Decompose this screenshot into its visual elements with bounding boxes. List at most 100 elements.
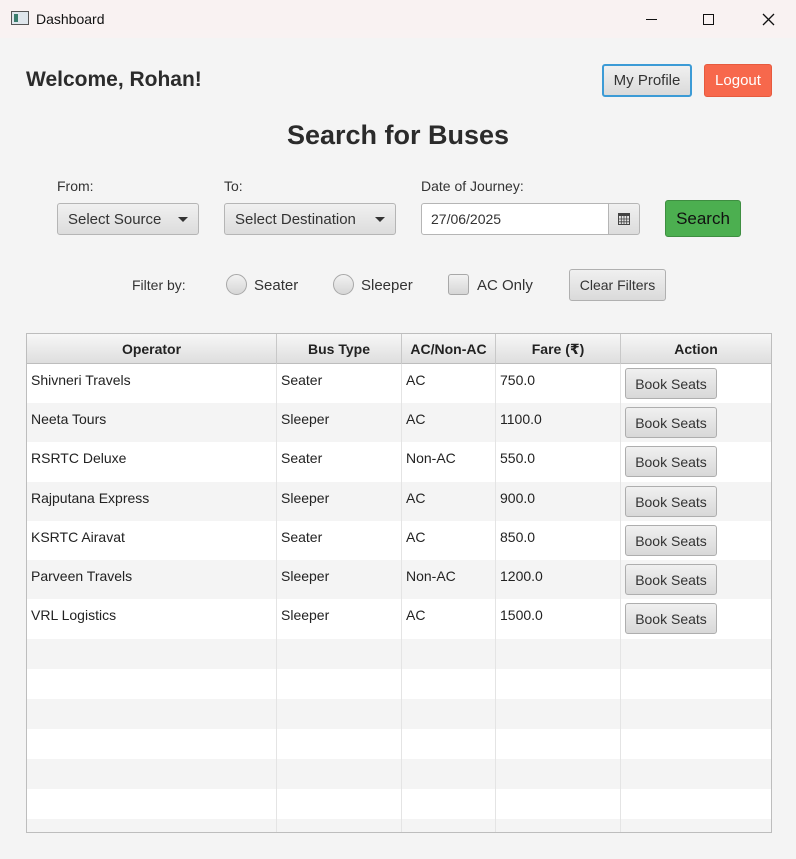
- table-cell: [402, 819, 496, 832]
- table-cell: [277, 819, 402, 832]
- table-cell: [27, 789, 277, 819]
- table-cell: Book Seats: [621, 364, 771, 403]
- table-cell: [277, 729, 402, 759]
- table-cell: 550.0: [496, 442, 621, 482]
- column-header-ac[interactable]: AC/Non-AC: [402, 334, 496, 364]
- filter-label: Filter by:: [132, 277, 186, 293]
- table-header: Operator Bus Type AC/Non-AC Fare (₹) Act…: [27, 334, 771, 364]
- table-cell: Book Seats: [621, 599, 771, 639]
- table-cell: AC: [402, 403, 496, 442]
- table-cell: [27, 639, 277, 669]
- search-title: Search for Buses: [286, 120, 510, 150]
- table-cell: Parveen Travels: [27, 560, 277, 599]
- table-cell: Shivneri Travels: [27, 364, 277, 403]
- table-cell: AC: [402, 599, 496, 639]
- book-seats-button[interactable]: Book Seats: [625, 603, 717, 634]
- to-label: To:: [224, 178, 243, 194]
- table-cell: Book Seats: [621, 560, 771, 599]
- book-seats-button[interactable]: Book Seats: [625, 407, 717, 438]
- table-cell: [621, 819, 771, 832]
- calendar-button[interactable]: [608, 203, 640, 235]
- table-cell: Seater: [277, 521, 402, 560]
- close-button[interactable]: [740, 0, 796, 38]
- calendar-icon: [618, 213, 630, 225]
- sleeper-radio-label[interactable]: Sleeper: [361, 277, 413, 294]
- column-header-fare[interactable]: Fare (₹): [496, 334, 621, 364]
- table-cell: [27, 729, 277, 759]
- table-cell: Non-AC: [402, 560, 496, 599]
- column-header-bus-type[interactable]: Bus Type: [277, 334, 402, 364]
- table-cell: [402, 729, 496, 759]
- table-cell: Non-AC: [402, 442, 496, 482]
- window-title: Dashboard: [36, 11, 105, 27]
- table-cell: [621, 759, 771, 789]
- logout-button[interactable]: Logout: [704, 64, 772, 97]
- table-row[interactable]: VRL Logistics Sleeper AC 1500.0 Book Seats: [27, 599, 771, 639]
- chevron-down-icon: [178, 217, 188, 222]
- table-row[interactable]: Rajputana Express Sleeper AC 900.0 Book Seat…: [27, 482, 771, 521]
- seater-radio[interactable]: [226, 274, 247, 295]
- table-cell: AC: [402, 364, 496, 403]
- table-cell: [277, 699, 402, 729]
- table-row[interactable]: RSRTC Deluxe Seater Non-AC 550.0 Book Seats: [27, 442, 771, 482]
- table-cell: [621, 729, 771, 759]
- maximize-button[interactable]: [680, 0, 736, 38]
- title-bar: Dashboard: [0, 0, 796, 38]
- table-cell: [402, 699, 496, 729]
- empty-table-row: [27, 669, 771, 699]
- sleeper-radio[interactable]: [333, 274, 354, 295]
- book-seats-button[interactable]: Book Seats: [625, 564, 717, 595]
- table-cell: [621, 699, 771, 729]
- book-seats-button[interactable]: Book Seats: [625, 486, 717, 517]
- source-select-value: Select Source: [68, 210, 162, 228]
- minimize-icon: [645, 18, 657, 20]
- column-header-action[interactable]: Action: [621, 334, 771, 364]
- clear-filters-button[interactable]: Clear Filters: [569, 269, 666, 301]
- table-row[interactable]: Parveen Travels Sleeper Non-AC 1200.0 Book S…: [27, 560, 771, 599]
- table-cell: Book Seats: [621, 442, 771, 482]
- my-profile-button[interactable]: My Profile: [602, 64, 692, 97]
- table-cell: AC: [402, 521, 496, 560]
- seater-radio-label[interactable]: Seater: [254, 277, 298, 294]
- ac-only-label[interactable]: AC Only: [477, 277, 533, 294]
- table-cell: Seater: [277, 442, 402, 482]
- table-cell: [496, 759, 621, 789]
- empty-table-row: [27, 729, 771, 759]
- table-row[interactable]: Neeta Tours Sleeper AC 1100.0 Book Seats: [27, 403, 771, 442]
- table-cell: KSRTC Airavat: [27, 521, 277, 560]
- table-cell: Sleeper: [277, 560, 402, 599]
- book-seats-button[interactable]: Book Seats: [625, 525, 717, 556]
- table-row[interactable]: Shivneri Travels Seater AC 750.0 Book Seats: [27, 364, 771, 403]
- table-cell: [27, 819, 277, 832]
- book-seats-button[interactable]: Book Seats: [625, 446, 717, 477]
- date-input[interactable]: 27/06/2025: [421, 203, 609, 235]
- table-cell: 850.0: [496, 521, 621, 560]
- destination-select[interactable]: Select Destination: [224, 203, 396, 235]
- table-cell: [402, 789, 496, 819]
- table-cell: [496, 819, 621, 832]
- minimize-button[interactable]: [623, 0, 679, 38]
- table-cell: 1500.0: [496, 599, 621, 639]
- table-cell: [27, 699, 277, 729]
- chevron-down-icon: [375, 217, 385, 222]
- book-seats-button[interactable]: Book Seats: [625, 368, 717, 399]
- table-cell: [277, 789, 402, 819]
- table-row[interactable]: KSRTC Airavat Seater AC 850.0 Book Seats: [27, 521, 771, 560]
- column-header-operator[interactable]: Operator: [27, 334, 277, 364]
- table-cell: [277, 669, 402, 699]
- empty-table-row: [27, 759, 771, 789]
- table-cell: [496, 669, 621, 699]
- table-cell: RSRTC Deluxe: [27, 442, 277, 482]
- table-cell: Neeta Tours: [27, 403, 277, 442]
- table-cell: [27, 759, 277, 789]
- table-cell: [402, 759, 496, 789]
- table-cell: 900.0: [496, 482, 621, 521]
- table-cell: VRL Logistics: [27, 599, 277, 639]
- source-select[interactable]: Select Source: [57, 203, 199, 235]
- maximize-icon: [702, 13, 714, 25]
- search-button[interactable]: Search: [665, 200, 741, 237]
- table-cell: [496, 729, 621, 759]
- table-cell: [496, 639, 621, 669]
- welcome-heading: Welcome, Rohan!: [26, 68, 202, 91]
- ac-only-checkbox[interactable]: [448, 274, 469, 295]
